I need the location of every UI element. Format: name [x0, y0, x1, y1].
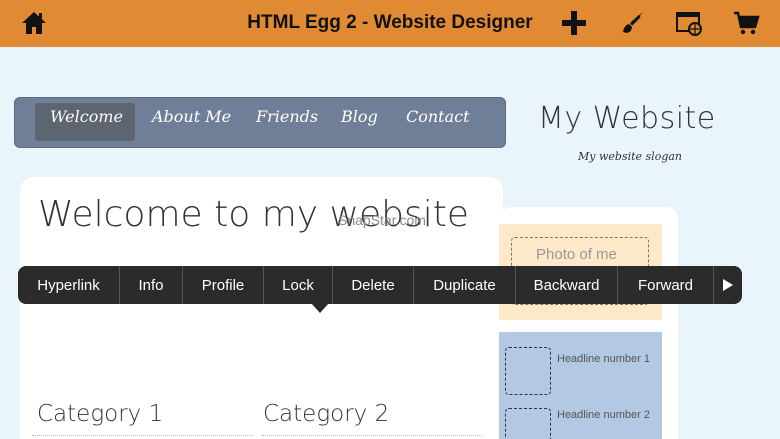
- headline-thumb[interactable]: [505, 408, 551, 439]
- site-title[interactable]: My Website: [538, 101, 716, 136]
- category-text-preview: [32, 435, 252, 439]
- site-nav-bar[interactable]: Welcome About Me Friends Blog Contact: [14, 97, 506, 148]
- context-menu-pointer: [311, 303, 329, 313]
- category-text-preview: [262, 435, 482, 439]
- menu-item-duplicate[interactable]: Duplicate: [414, 266, 516, 304]
- menu-item-profile[interactable]: Profile: [183, 266, 264, 304]
- nav-item-about-me[interactable]: About Me: [152, 107, 231, 126]
- menu-item-forward[interactable]: Forward: [618, 266, 714, 304]
- nav-item-blog[interactable]: Blog: [341, 107, 378, 126]
- menu-item-backward[interactable]: Backward: [516, 266, 618, 304]
- category-heading[interactable]: Category 2: [263, 401, 389, 427]
- nav-item-friends[interactable]: Friends: [256, 107, 318, 126]
- menu-item-lock[interactable]: Lock: [264, 266, 333, 304]
- site-slogan[interactable]: My website slogan: [578, 150, 682, 163]
- nav-item-welcome[interactable]: Welcome: [50, 107, 123, 126]
- headline-text[interactable]: Headline number 1: [557, 353, 650, 365]
- context-menu: Hyperlink Info Profile Lock Delete Dupli…: [18, 266, 742, 304]
- photo-label: Photo of me: [536, 246, 617, 263]
- play-right-icon[interactable]: [714, 266, 742, 304]
- category-heading[interactable]: Category 1: [37, 401, 163, 427]
- brush-icon[interactable]: [617, 8, 647, 38]
- menu-item-info[interactable]: Info: [120, 266, 183, 304]
- watermark: SnapStar.com: [338, 212, 426, 228]
- headline-thumb[interactable]: [505, 347, 551, 395]
- top-toolbar: HTML Egg 2 - Website Designer: [0, 0, 780, 47]
- menu-item-delete[interactable]: Delete: [333, 266, 414, 304]
- browser-globe-icon[interactable]: [674, 8, 704, 38]
- nav-item-contact[interactable]: Contact: [406, 107, 470, 126]
- menu-item-hyperlink[interactable]: Hyperlink: [18, 266, 120, 304]
- plus-icon[interactable]: [559, 8, 589, 38]
- app-title: HTML Egg 2 - Website Designer: [247, 12, 533, 33]
- headline-text[interactable]: Headline number 2: [557, 409, 650, 421]
- cart-icon[interactable]: [731, 8, 761, 38]
